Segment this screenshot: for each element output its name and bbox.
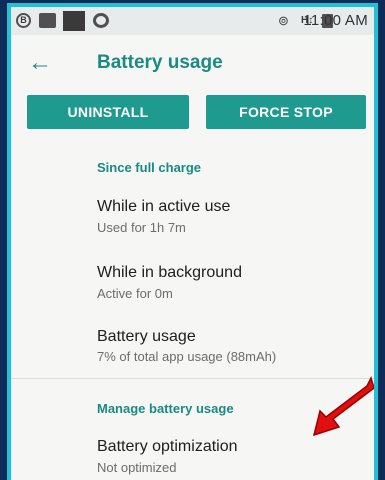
item-subtitle: Not optimized [97, 460, 177, 475]
item-title: While in background [97, 264, 242, 281]
uninstall-button[interactable]: UNINSTALL [27, 95, 189, 129]
screenshot-frame: B ⊚ H↕ 11:00 AM ← Battery usage UNINSTAL… [7, 3, 378, 480]
ring-icon [93, 13, 109, 28]
arrow-left-icon[interactable]: ← [28, 51, 52, 75]
cast-icon: ⊚ [278, 13, 289, 28]
b-icon: B [16, 13, 31, 28]
item-subtitle: Used for 1h 7m [97, 220, 186, 235]
status-time: 11:00 AM [303, 12, 368, 29]
item-title: While in active use [97, 198, 231, 215]
item-subtitle: 7% of total app usage (88mAh) [97, 349, 277, 364]
app-bar: ← Battery usage [11, 35, 374, 93]
force-stop-button[interactable]: FORCE STOP [206, 95, 366, 129]
item-subtitle: Active for 0m [97, 286, 173, 301]
item-title: Battery usage [97, 328, 196, 345]
status-bar: B ⊚ H↕ 11:00 AM [11, 7, 374, 35]
section-header-manage-battery: Manage battery usage [97, 401, 234, 416]
phone-screen: B ⊚ H↕ 11:00 AM ← Battery usage UNINSTAL… [11, 7, 374, 480]
page-title: Battery usage [97, 52, 223, 73]
square-icon [63, 11, 85, 31]
item-title: Battery optimization [97, 438, 238, 455]
image-icon [39, 13, 56, 28]
annotation-arrow-icon [312, 375, 374, 437]
section-header-since-full-charge: Since full charge [97, 160, 202, 175]
